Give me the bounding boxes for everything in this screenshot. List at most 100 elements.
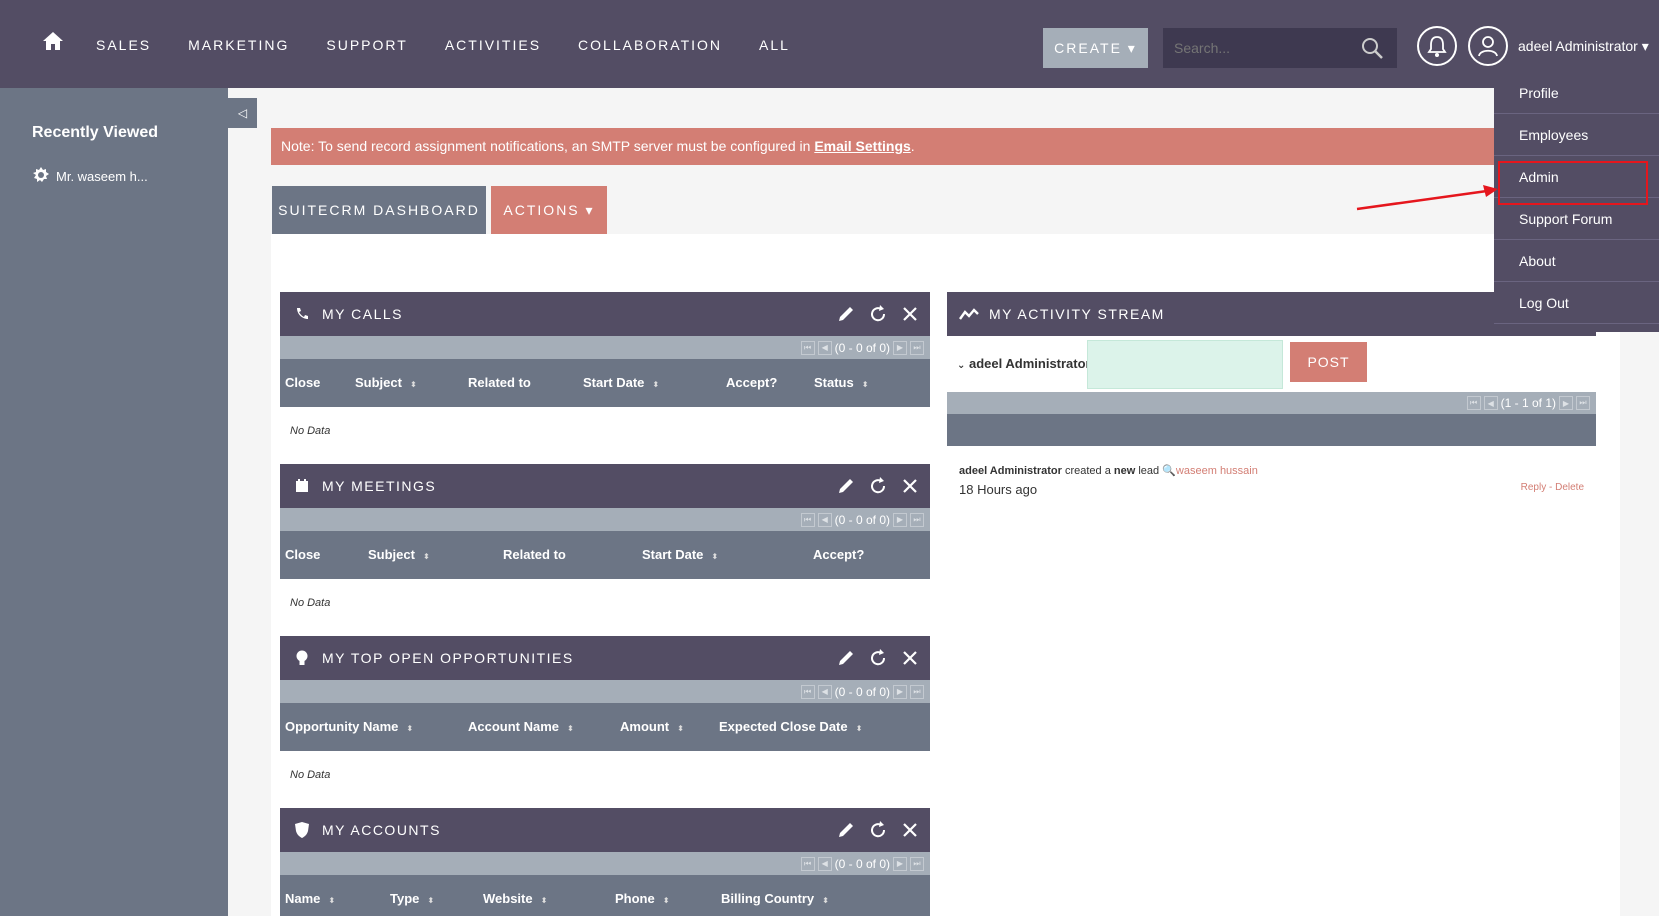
edit-pencil-icon[interactable] — [836, 304, 856, 324]
column-header-sortable[interactable]: Name ⬍ — [285, 891, 335, 906]
nav-support[interactable]: SUPPORT — [326, 37, 407, 53]
sort-icon[interactable]: ⬍ — [567, 724, 574, 733]
prev-page-button[interactable]: ◀ — [1483, 396, 1498, 410]
refresh-icon[interactable] — [868, 820, 888, 840]
first-page-button[interactable]: ⏮ — [1466, 396, 1481, 410]
sort-icon[interactable]: ⬍ — [328, 896, 335, 905]
dashlet-title: MY CALLS — [322, 306, 403, 322]
edit-pencil-icon[interactable] — [836, 476, 856, 496]
sort-icon[interactable]: ⬍ — [652, 380, 659, 389]
sort-icon[interactable]: ⬍ — [822, 896, 829, 905]
activity-post-input[interactable] — [1087, 340, 1283, 389]
column-header-sortable[interactable]: Amount ⬍ — [620, 719, 684, 734]
next-page-button[interactable]: ▶ — [1559, 396, 1573, 410]
prev-page-button[interactable]: ◀ — [817, 340, 832, 355]
pagination: ⏮ ◀ (1 - 1 of 1) ▶ ⏭ — [947, 392, 1596, 414]
close-icon[interactable] — [900, 476, 920, 496]
column-label: Billing Country — [721, 891, 815, 906]
menu-item-log-out[interactable]: Log Out — [1494, 282, 1659, 324]
column-header-sortable[interactable]: Status ⬍ — [814, 375, 868, 390]
search-icon[interactable] — [1360, 36, 1384, 65]
column-header-sortable[interactable]: Account Name ⬍ — [468, 719, 574, 734]
home-icon[interactable] — [42, 31, 66, 53]
sort-icon[interactable]: ⬍ — [856, 724, 863, 733]
first-page-button[interactable]: ⏮ — [800, 856, 815, 871]
refresh-icon[interactable] — [868, 476, 888, 496]
column-header-sortable[interactable]: Opportunity Name ⬍ — [285, 719, 413, 734]
first-page-button[interactable]: ⏮ — [800, 340, 815, 355]
sidebar-collapse-button[interactable]: ◁ — [228, 98, 257, 128]
close-icon[interactable] — [900, 648, 920, 668]
next-page-button[interactable]: ▶ — [893, 684, 907, 699]
lead-link[interactable]: waseem hussain — [1176, 465, 1258, 477]
close-icon[interactable] — [900, 304, 920, 324]
actions-button[interactable]: ACTIONS ▾ — [491, 186, 607, 234]
activity-entry-actions: Reply - Delete — [1521, 482, 1584, 493]
prev-page-button[interactable]: ◀ — [817, 856, 832, 871]
close-icon[interactable] — [900, 820, 920, 840]
sort-icon[interactable]: ⬍ — [410, 380, 417, 389]
column-header-sortable[interactable]: Website ⬍ — [483, 891, 547, 906]
sort-icon[interactable]: ⬍ — [711, 552, 718, 561]
column-header-sortable[interactable]: Subject ⬍ — [368, 547, 430, 562]
first-page-button[interactable]: ⏮ — [800, 512, 815, 527]
sort-icon[interactable]: ⬍ — [406, 724, 413, 733]
sort-icon[interactable]: ⬍ — [677, 724, 684, 733]
no-data-text: No Data — [290, 425, 331, 437]
refresh-icon[interactable] — [868, 304, 888, 324]
search-input[interactable] — [1163, 40, 1353, 56]
menu-item-about[interactable]: About — [1494, 240, 1659, 282]
tab-suitecrm-dashboard[interactable]: SUITECRM DASHBOARD — [272, 186, 486, 234]
dashlet-title: MY MEETINGS — [322, 478, 437, 494]
next-page-button[interactable]: ▶ — [893, 512, 907, 527]
sort-icon[interactable]: ⬍ — [427, 896, 434, 905]
prev-page-button[interactable]: ◀ — [817, 512, 832, 527]
dashlet-title: MY ACCOUNTS — [322, 822, 441, 838]
nav-collaboration[interactable]: COLLABORATION — [578, 37, 722, 53]
next-page-button[interactable]: ▶ — [893, 856, 907, 871]
sort-icon[interactable]: ⬍ — [541, 896, 548, 905]
nav-marketing[interactable]: MARKETING — [188, 37, 289, 53]
reply-link[interactable]: Reply — [1521, 482, 1547, 493]
first-page-button[interactable]: ⏮ — [800, 684, 815, 699]
pagination: ⏮ ◀ (0 - 0 of 0) ▶ ⏭ — [280, 508, 930, 531]
column-header-sortable[interactable]: Phone ⬍ — [615, 891, 669, 906]
column-header-sortable[interactable]: Billing Country ⬍ — [721, 891, 829, 906]
last-page-button[interactable]: ⏭ — [910, 684, 924, 699]
menu-item-profile[interactable]: Profile — [1494, 72, 1659, 114]
refresh-icon[interactable] — [868, 648, 888, 668]
user-avatar-icon[interactable] — [1468, 26, 1508, 66]
last-page-button[interactable]: ⏭ — [910, 856, 924, 871]
sort-icon[interactable]: ⬍ — [862, 380, 869, 389]
sort-icon[interactable]: ⬍ — [663, 896, 670, 905]
notifications-bell-icon[interactable] — [1417, 26, 1457, 66]
dashlet-my-calls: MY CALLS ⏮ ◀ (0 - 0 of 0) ▶ ⏭ Close Subj… — [280, 292, 930, 455]
nav-activities[interactable]: ACTIVITIES — [445, 37, 541, 53]
menu-item-employees[interactable]: Employees — [1494, 114, 1659, 156]
dashlet-header: MY CALLS — [280, 292, 930, 336]
nav-all[interactable]: ALL — [759, 37, 790, 53]
edit-pencil-icon[interactable] — [836, 820, 856, 840]
column-header-sortable[interactable]: Expected Close Date ⬍ — [719, 719, 862, 734]
create-button[interactable]: CREATE ▾ — [1043, 28, 1148, 68]
prev-page-button[interactable]: ◀ — [817, 684, 832, 699]
column-header-sortable[interactable]: Subject ⬍ — [355, 375, 417, 390]
activity-entry-user[interactable]: adeel Administrator — [959, 465, 1062, 477]
column-header-sortable[interactable]: Start Date ⬍ — [583, 375, 659, 390]
recently-viewed-item[interactable]: Mr. waseem h... — [32, 166, 148, 187]
column-headers: Close Subject ⬍ Related to Start Date ⬍ Ac… — [280, 359, 930, 407]
delete-link[interactable]: Delete — [1555, 482, 1584, 493]
edit-pencil-icon[interactable] — [836, 648, 856, 668]
user-menu-toggle[interactable]: adeel Administrator ▾ — [1518, 38, 1649, 55]
next-page-button[interactable]: ▶ — [893, 340, 907, 355]
post-button[interactable]: POST — [1290, 342, 1367, 382]
last-page-button[interactable]: ⏭ — [910, 340, 924, 355]
sort-icon[interactable]: ⬍ — [423, 552, 430, 561]
nav-sales[interactable]: SALES — [96, 37, 151, 53]
last-page-button[interactable]: ⏭ — [1576, 396, 1590, 410]
column-header-sortable[interactable]: Type ⬍ — [390, 891, 434, 906]
last-page-button[interactable]: ⏭ — [910, 512, 924, 527]
column-header-sortable[interactable]: Start Date ⬍ — [642, 547, 718, 562]
no-data-text: No Data — [290, 769, 331, 781]
email-settings-link[interactable]: Email Settings — [814, 138, 910, 154]
